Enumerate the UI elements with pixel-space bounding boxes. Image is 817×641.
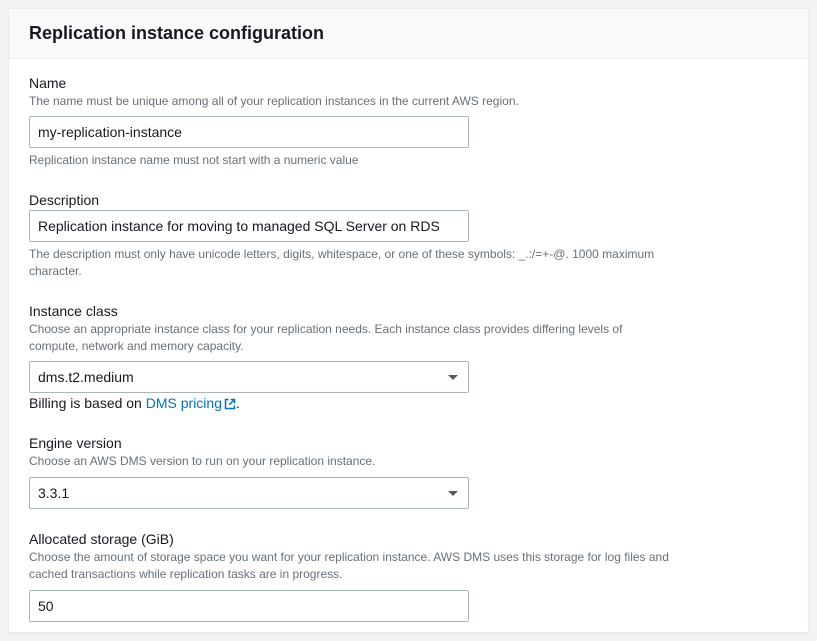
billing-suffix: . xyxy=(236,395,240,411)
external-link-icon xyxy=(224,397,236,413)
description-input[interactable] xyxy=(29,210,469,242)
allocated-storage-input[interactable] xyxy=(29,590,469,622)
panel-header: Replication instance configuration xyxy=(9,9,808,59)
billing-note: Billing is based on DMS pricing. xyxy=(29,395,788,413)
name-hint: The name must be unique among all of you… xyxy=(29,93,669,110)
panel-title: Replication instance configuration xyxy=(29,23,788,44)
billing-prefix: Billing is based on xyxy=(29,395,146,411)
allocated-storage-field: Allocated storage (GiB) Choose the amoun… xyxy=(29,531,788,622)
instance-class-select[interactable]: dms.t2.medium xyxy=(29,361,469,393)
description-constraint: The description must only have unicode l… xyxy=(29,246,669,281)
replication-instance-config-panel: Replication instance configuration Name … xyxy=(8,8,809,633)
name-constraint: Replication instance name must not start… xyxy=(29,152,669,169)
instance-class-hint: Choose an appropriate instance class for… xyxy=(29,321,669,356)
instance-class-field: Instance class Choose an appropriate ins… xyxy=(29,303,788,414)
allocated-storage-label: Allocated storage (GiB) xyxy=(29,531,788,547)
engine-version-select[interactable]: 3.3.1 xyxy=(29,477,469,509)
allocated-storage-hint: Choose the amount of storage space you w… xyxy=(29,549,669,584)
engine-version-field: Engine version Choose an AWS DMS version… xyxy=(29,435,788,508)
name-input[interactable] xyxy=(29,116,469,148)
instance-class-value: dms.t2.medium xyxy=(38,369,134,385)
panel-body: Name The name must be unique among all o… xyxy=(9,59,808,632)
engine-version-value: 3.3.1 xyxy=(38,485,69,501)
name-field: Name The name must be unique among all o… xyxy=(29,75,788,170)
description-label: Description xyxy=(29,192,788,208)
engine-version-hint: Choose an AWS DMS version to run on your… xyxy=(29,453,669,470)
dms-pricing-link[interactable]: DMS pricing xyxy=(146,395,236,411)
engine-version-label: Engine version xyxy=(29,435,788,451)
instance-class-label: Instance class xyxy=(29,303,788,319)
name-label: Name xyxy=(29,75,788,91)
description-field: Description The description must only ha… xyxy=(29,192,788,281)
